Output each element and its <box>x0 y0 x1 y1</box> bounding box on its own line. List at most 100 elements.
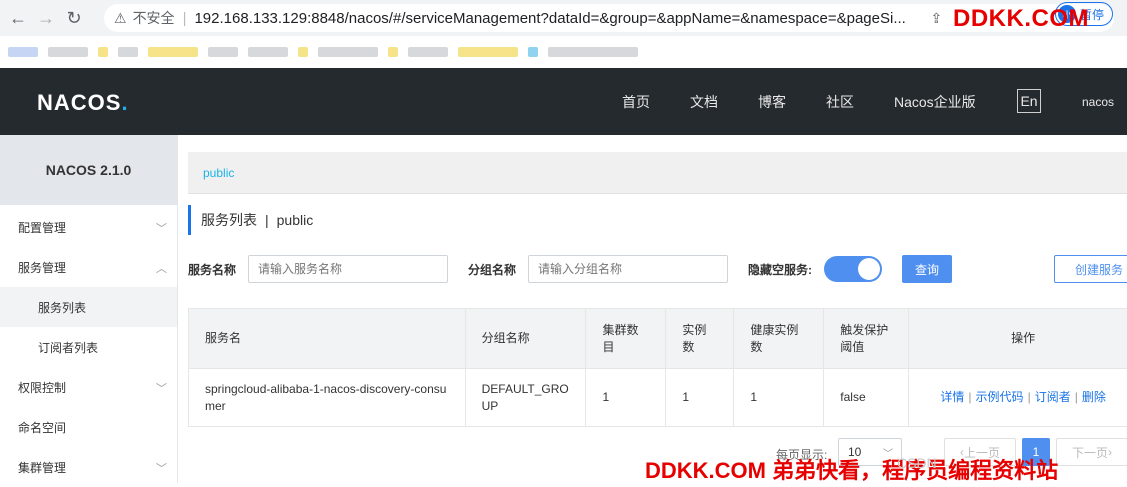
bookmark-item[interactable] <box>248 47 288 57</box>
cell-threshold: false <box>824 369 909 427</box>
page-title: 服务列表 | public <box>188 205 313 235</box>
bookmark-item[interactable] <box>48 47 88 57</box>
next-page-label: 下一页 <box>1072 444 1108 461</box>
bookmark-item[interactable] <box>208 47 238 57</box>
hide-empty-toggle[interactable] <box>824 256 882 282</box>
menu-docs[interactable]: 文档 <box>690 92 718 112</box>
bookmark-item[interactable] <box>148 47 198 57</box>
sidebar-item-config[interactable]: 配置管理 ﹀ <box>0 207 177 247</box>
group-name-filter: 分组名称 <box>468 255 728 283</box>
link-divider: | <box>968 390 971 404</box>
sidebar-item-auth[interactable]: 权限控制 ﹀ <box>0 367 177 407</box>
language-switch[interactable]: En <box>1017 89 1041 113</box>
sidebar-item-label: 权限控制 <box>18 379 66 396</box>
chevron-down-icon: ﹀ <box>156 380 167 396</box>
service-name-filter: 服务名称 <box>188 255 448 283</box>
menu-blog[interactable]: 博客 <box>758 92 786 112</box>
chevron-down-icon: ﹀ <box>156 220 167 236</box>
logo-dot: . <box>121 90 128 115</box>
forward-icon[interactable]: → <box>32 4 60 32</box>
sidebar-item-label: 集群管理 <box>18 459 66 476</box>
bookmark-item[interactable] <box>98 47 108 57</box>
bookmark-item[interactable] <box>118 47 138 57</box>
reload-icon[interactable]: ↻ <box>60 4 88 32</box>
bookmark-item[interactable] <box>298 47 308 57</box>
top-menu: 首页 文档 博客 社区 Nacos企业版 <box>622 68 1016 135</box>
col-service-name: 服务名 <box>189 309 466 369</box>
version-label: NACOS 2.1.0 <box>0 135 177 205</box>
sample-code-link[interactable]: 示例代码 <box>976 390 1024 404</box>
chevron-up-icon: ︿ <box>156 260 167 276</box>
next-page-button[interactable]: 下一页 › <box>1056 438 1127 466</box>
insecure-label: 不安全 <box>133 8 175 28</box>
bookmark-item[interactable] <box>388 47 398 57</box>
sidebar-item-cluster[interactable]: 集群管理 ﹀ <box>0 447 177 487</box>
back-icon[interactable]: ← <box>4 4 32 32</box>
bookmarks-bar <box>0 36 1127 68</box>
bookmark-item[interactable] <box>548 47 638 57</box>
cell-healthy-count: 1 <box>734 369 824 427</box>
sidebar-item-service-list[interactable]: 服务列表 <box>0 287 177 327</box>
sidebar-item-services[interactable]: 服务管理 ︿ <box>0 247 177 287</box>
sidebar-item-label: 服务管理 <box>18 259 66 276</box>
create-service-button[interactable]: 创建服务 <box>1054 255 1127 283</box>
namespace-link[interactable]: public <box>203 166 234 180</box>
detail-link[interactable]: 详情 <box>940 390 964 404</box>
delete-link[interactable]: 删除 <box>1082 390 1106 404</box>
sidebar-item-label: 订阅者列表 <box>38 339 98 356</box>
query-button[interactable]: 查询 <box>902 255 952 283</box>
logo-text: NACOS <box>37 90 121 115</box>
app-header: NACOS. 首页 文档 博客 社区 Nacos企业版 En nacos <box>0 68 1127 135</box>
menu-community[interactable]: 社区 <box>826 92 854 112</box>
bookmark-item[interactable] <box>408 47 448 57</box>
watermark-top: DDKK.COM <box>953 5 1089 33</box>
namespace-bar: public <box>188 152 1127 194</box>
bookmark-item[interactable] <box>318 47 378 57</box>
service-name-label: 服务名称 <box>188 261 236 278</box>
watermark-bottom: DDKK.COM 弟弟快看，程序员编程资料站 CSDN <box>645 453 1058 485</box>
sidebar-item-label: 服务列表 <box>38 299 86 316</box>
table-row: springcloud-alibaba-1-nacos-discovery-co… <box>189 369 1127 427</box>
sidebar-item-namespace[interactable]: 命名空间 <box>0 407 177 447</box>
group-name-label: 分组名称 <box>468 261 516 278</box>
title-divider: | <box>265 212 269 228</box>
link-divider: | <box>1075 390 1078 404</box>
hide-empty-label: 隐藏空服务: <box>748 261 812 278</box>
bookmark-item[interactable] <box>8 47 38 57</box>
link-divider: | <box>1028 390 1031 404</box>
nacos-logo[interactable]: NACOS. <box>37 90 129 116</box>
menu-enterprise[interactable]: Nacos企业版 <box>894 92 976 112</box>
csdn-watermark: CSDN <box>897 455 937 471</box>
url-text[interactable]: 192.168.133.129:8848/nacos/#/serviceMana… <box>194 10 924 27</box>
table-header-row: 服务名 分组名称 集群数目 实例数 健康实例数 触发保护阈值 操作 <box>189 309 1127 369</box>
service-table: 服务名 分组名称 集群数目 实例数 健康实例数 触发保护阈值 操作 spring… <box>188 308 1127 427</box>
cell-operations: 详情 | 示例代码 | 订阅者 | 删除 <box>909 369 1127 427</box>
main-content: public 服务列表 | public 服务名称 分组名称 隐藏空服务: 查询… <box>188 135 1127 483</box>
col-healthy-count: 健康实例数 <box>734 309 824 369</box>
warning-icon: ⚠ <box>114 10 127 27</box>
page-title-namespace: public <box>277 212 314 228</box>
col-operations: 操作 <box>909 309 1127 369</box>
page-title-text: 服务列表 <box>201 210 257 230</box>
hide-empty-filter: 隐藏空服务: 查询 <box>748 255 952 283</box>
bookmark-item[interactable] <box>458 47 518 57</box>
browser-toolbar: ← → ↻ ⚠ 不安全 | 192.168.133.129:8848/nacos… <box>0 0 1127 36</box>
col-cluster-count: 集群数目 <box>586 309 666 369</box>
group-name-input[interactable] <box>528 255 728 283</box>
cell-instance-count: 1 <box>666 369 734 427</box>
col-group-name: 分组名称 <box>465 309 586 369</box>
subscribers-link[interactable]: 订阅者 <box>1035 390 1071 404</box>
share-icon[interactable]: ⇪ <box>930 10 942 27</box>
cell-service-name: springcloud-alibaba-1-nacos-discovery-co… <box>189 369 466 427</box>
sidebar: NACOS 2.1.0 配置管理 ﹀ 服务管理 ︿ 服务列表 订阅者列表 权限控… <box>0 135 178 483</box>
sidebar-item-subscribers[interactable]: 订阅者列表 <box>0 327 177 367</box>
toggle-knob <box>858 258 880 280</box>
address-divider: | <box>183 10 187 27</box>
user-name[interactable]: nacos <box>1082 95 1114 109</box>
menu-home[interactable]: 首页 <box>622 92 650 112</box>
bookmark-item[interactable] <box>528 47 538 57</box>
service-name-input[interactable] <box>248 255 448 283</box>
col-threshold: 触发保护阈值 <box>824 309 909 369</box>
chevron-down-icon: ﹀ <box>156 460 167 476</box>
cell-cluster-count: 1 <box>586 369 666 427</box>
